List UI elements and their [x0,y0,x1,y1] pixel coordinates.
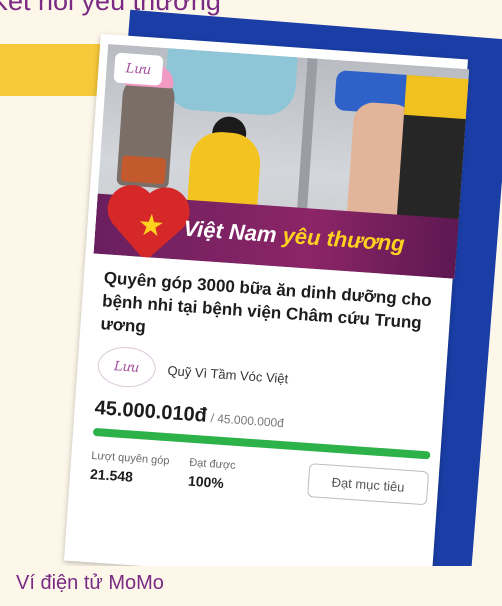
campaign-photo: Lưu ★ Việt Nam yêu thương [93,43,470,279]
target-amount: / 45.000.000đ [210,411,285,431]
banner-text-highlight: yêu thương [281,222,406,257]
stat-donations-value: 21.548 [89,465,134,485]
caption-bar: Ví điện tử MoMo [0,566,502,606]
organization-name[interactable]: Quỹ Vì Tầm Vóc Việt [167,362,289,385]
goal-reached-button[interactable]: Đạt mục tiêu [307,463,430,506]
stat-donations-label: Lượt quyên góp [90,449,170,468]
waiting-chairs [163,48,298,118]
yellow-shirt [403,74,470,120]
banner-text: Việt Nam yêu thương [183,216,406,257]
stat-achieved-value: 100% [187,472,225,492]
campaign-card[interactable]: Lưu ★ Việt Nam yêu thương Quyên góp 3000… [73,43,470,576]
stat-donations: Lượt quyên góp 21.548 [90,450,170,487]
campaign-title[interactable]: Quyên góp 3000 bữa ăn dinh dưỡng cho bện… [100,266,442,358]
photo-logo: Lưu [113,52,164,86]
child-shorts [120,155,167,185]
raised-amount: 45.000.010đ [93,396,208,427]
stat-achieved-label: Đạt được [188,456,237,472]
yellow-accent-band [0,44,104,96]
caption-text: Ví điện tử MoMo [16,572,164,594]
organization-logo: Lưu [96,345,157,390]
stats-row: Lượt quyên góp 21.548 Đạt được 100% Đạt … [90,448,430,506]
banner-text-main: Việt Nam [182,215,278,248]
star-icon: ★ [136,207,166,245]
stat-achieved: Đạt được 100% [188,457,236,492]
top-heading: Kết nối yêu thương [0,0,221,16]
card-content: Quyên góp 3000 bữa ăn dinh dưỡng cho bện… [78,253,455,506]
